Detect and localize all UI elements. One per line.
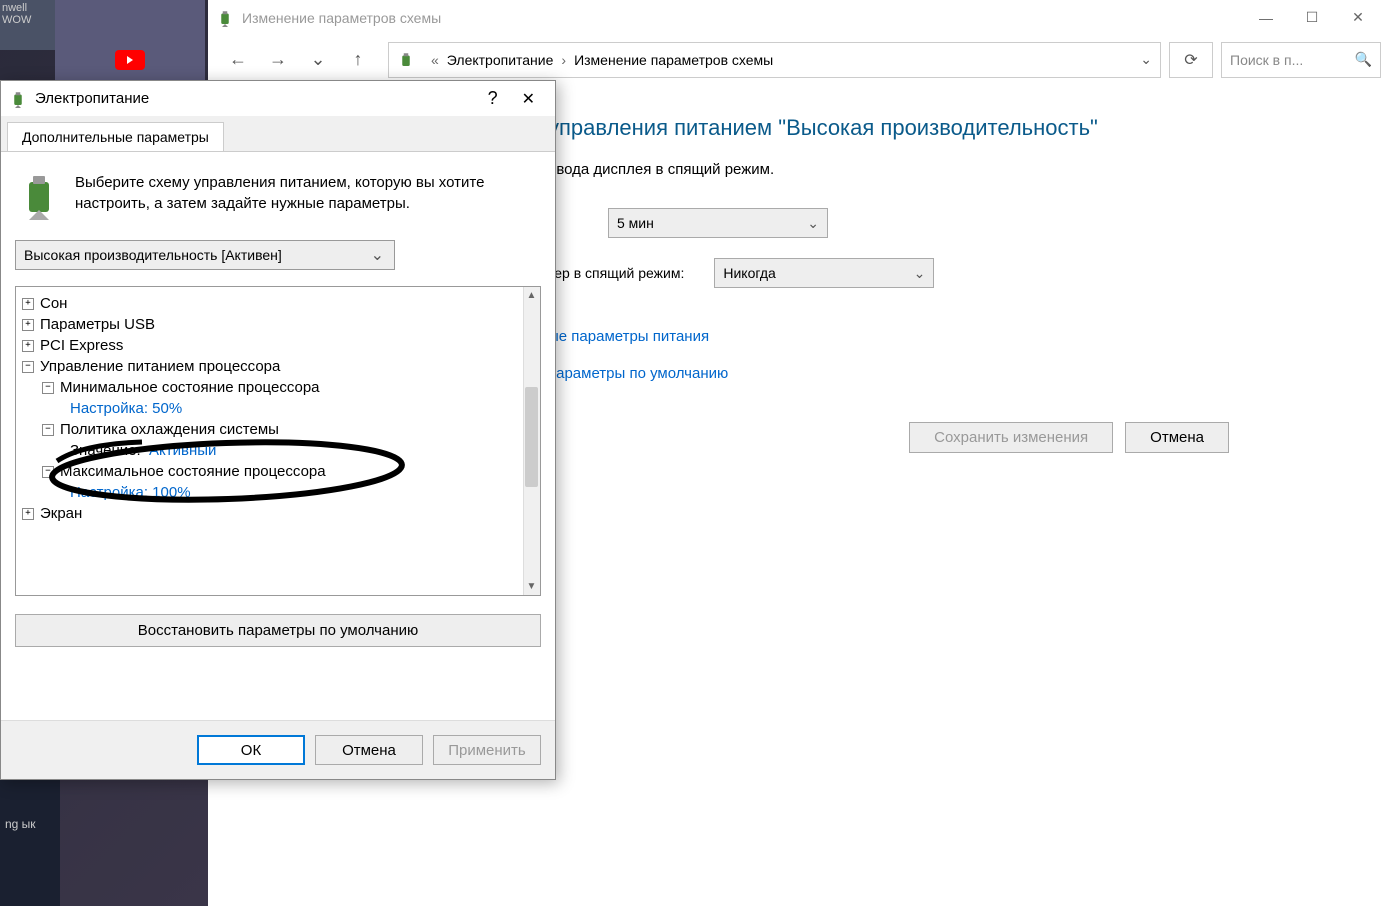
power-options-dialog: Электропитание ? ✕ Дополнительные параме…: [0, 80, 556, 780]
tree-item-cooling-val[interactable]: Значение: Активный: [20, 440, 518, 461]
expand-icon[interactable]: +: [22, 508, 34, 520]
breadcrumb-seg-1[interactable]: Электропитание: [447, 52, 554, 68]
desktop-shortcut-3[interactable]: ng ык: [0, 766, 60, 906]
nav-back-button[interactable]: ←: [226, 48, 250, 72]
close-button[interactable]: ✕: [1335, 3, 1381, 33]
power-icon: [216, 9, 234, 27]
advanced-power-link[interactable]: ые параметры питания: [548, 328, 1349, 345]
power-icon: [9, 90, 27, 108]
collapse-icon[interactable]: −: [42, 466, 54, 478]
tree-item-cpu[interactable]: −Управление питанием процессора: [20, 356, 518, 377]
scrollbar[interactable]: ▲ ▼: [523, 287, 540, 595]
maximize-button[interactable]: ☐: [1289, 3, 1335, 33]
tree-item-cpu-min-val[interactable]: Настройка: 50%: [20, 398, 518, 419]
search-input[interactable]: Поиск в п... 🔍: [1221, 42, 1381, 78]
restore-defaults-link[interactable]: параметры по умолчанию: [548, 365, 1349, 382]
collapse-icon[interactable]: −: [22, 361, 34, 373]
tree-label: Параметры USB: [40, 316, 155, 333]
nav-up-button[interactable]: ↑: [346, 48, 370, 72]
nav-bar: ← → ⌄ ↑ « Электропитание › Изменение пар…: [208, 35, 1389, 85]
page-title: управления питанием "Высокая производите…: [548, 115, 1349, 141]
desktop-shortcut-youtube[interactable]: YouTu: [55, 0, 205, 90]
save-button[interactable]: Сохранить изменения: [909, 422, 1113, 453]
tree-item-pci[interactable]: + PCI Express: [20, 335, 518, 356]
dialog-body: Выберите схему управления питанием, кото…: [1, 151, 555, 739]
tree-value: Активный: [149, 442, 216, 459]
expand-icon[interactable]: +: [22, 298, 34, 310]
breadcrumb-seg-2[interactable]: Изменение параметров схемы: [574, 52, 773, 68]
sleep-value: Никогда: [723, 265, 775, 281]
scroll-thumb[interactable]: [525, 387, 538, 487]
scroll-down-icon[interactable]: ▼: [523, 578, 540, 595]
dialog-titlebar: Электропитание ? ✕: [1, 81, 555, 116]
tree-label: Минимальное состояние процессора: [60, 379, 320, 396]
tree-label: Максимальное состояние процессора: [60, 463, 326, 480]
tree-label: Управление питанием процессора: [40, 358, 280, 375]
search-placeholder: Поиск в п...: [1230, 52, 1303, 68]
main-window-title: Изменение параметров схемы: [242, 10, 441, 26]
tree-item-display[interactable]: + Экран: [20, 503, 518, 524]
scroll-up-icon[interactable]: ▲: [523, 287, 540, 304]
ok-button[interactable]: ОК: [197, 735, 305, 765]
chevron-down-icon[interactable]: ⌄: [1140, 51, 1152, 68]
power-icon: [397, 51, 415, 69]
youtube-icon: [115, 50, 145, 70]
display-off-dropdown[interactable]: 5 мин: [608, 208, 828, 238]
tree-label: Экран: [40, 505, 82, 522]
dialog-title: Электропитание: [35, 90, 149, 107]
tree-item-usb[interactable]: + Параметры USB: [20, 314, 518, 335]
page-subtitle: евода дисплея в спящий режим.: [548, 161, 1349, 178]
minimize-button[interactable]: —: [1243, 3, 1289, 33]
collapse-icon[interactable]: −: [42, 382, 54, 394]
collapse-icon[interactable]: −: [42, 424, 54, 436]
settings-tree: +Сон +Параметры USB +PCI Express −Управл…: [15, 286, 541, 596]
cancel-button[interactable]: Отмена: [1125, 422, 1229, 453]
dialog-close-button[interactable]: ✕: [510, 89, 547, 109]
sleep-label: тер в спящий режим:: [548, 265, 684, 281]
display-off-value: 5 мин: [617, 215, 654, 231]
cancel-button[interactable]: Отмена: [315, 735, 423, 765]
tab-advanced[interactable]: Дополнительные параметры: [7, 122, 224, 151]
restore-defaults-button[interactable]: Восстановить параметры по умолчанию: [15, 614, 541, 647]
tree-key: Значение:: [70, 442, 141, 459]
nav-forward-button[interactable]: →: [266, 48, 290, 72]
expand-icon[interactable]: +: [22, 340, 34, 352]
breadcrumb-prefix: «: [431, 52, 439, 68]
power-plan-dropdown[interactable]: Высокая производительность [Активен]: [15, 240, 395, 270]
battery-icon: [15, 172, 63, 220]
desktop-shortcut-3-label: ng ык: [5, 817, 36, 831]
search-icon: 🔍: [1355, 51, 1372, 68]
expand-icon[interactable]: +: [22, 319, 34, 331]
dialog-footer: ОК Отмена Применить: [1, 720, 555, 779]
power-plan-value: Высокая производительность [Активен]: [24, 247, 282, 263]
desktop-shortcut-1[interactable]: nwell WOW: [0, 0, 55, 50]
tree-item-sleep[interactable]: + Сон: [20, 293, 518, 314]
tree-item-cpu-min[interactable]: −Минимальное состояние процессора: [20, 377, 518, 398]
chevron-right-icon: ›: [561, 52, 566, 68]
help-button[interactable]: ?: [476, 88, 510, 109]
main-titlebar: Изменение параметров схемы — ☐ ✕: [208, 0, 1389, 35]
tree-item-cpu-max[interactable]: −Максимальное состояние процессора: [20, 461, 518, 482]
refresh-button[interactable]: ⟳: [1169, 42, 1213, 78]
tree-label: PCI Express: [40, 337, 123, 354]
tree-value: Настройка: 50%: [70, 400, 182, 417]
tree-value: Настройка: 100%: [70, 484, 191, 501]
dialog-description: Выберите схему управления питанием, кото…: [75, 172, 541, 220]
tree-label: Сон: [40, 295, 67, 312]
nav-recent-button[interactable]: ⌄: [306, 48, 330, 72]
sleep-dropdown[interactable]: Никогда: [714, 258, 934, 288]
dialog-tabs: Дополнительные параметры: [1, 116, 555, 151]
tree-item-cpu-max-val[interactable]: Настройка: 100%: [20, 482, 518, 503]
apply-button[interactable]: Применить: [433, 735, 541, 765]
tree-label: Политика охлаждения системы: [60, 421, 279, 438]
breadcrumb[interactable]: « Электропитание › Изменение параметров …: [388, 42, 1161, 78]
tree-item-cooling[interactable]: −Политика охлаждения системы: [20, 419, 518, 440]
